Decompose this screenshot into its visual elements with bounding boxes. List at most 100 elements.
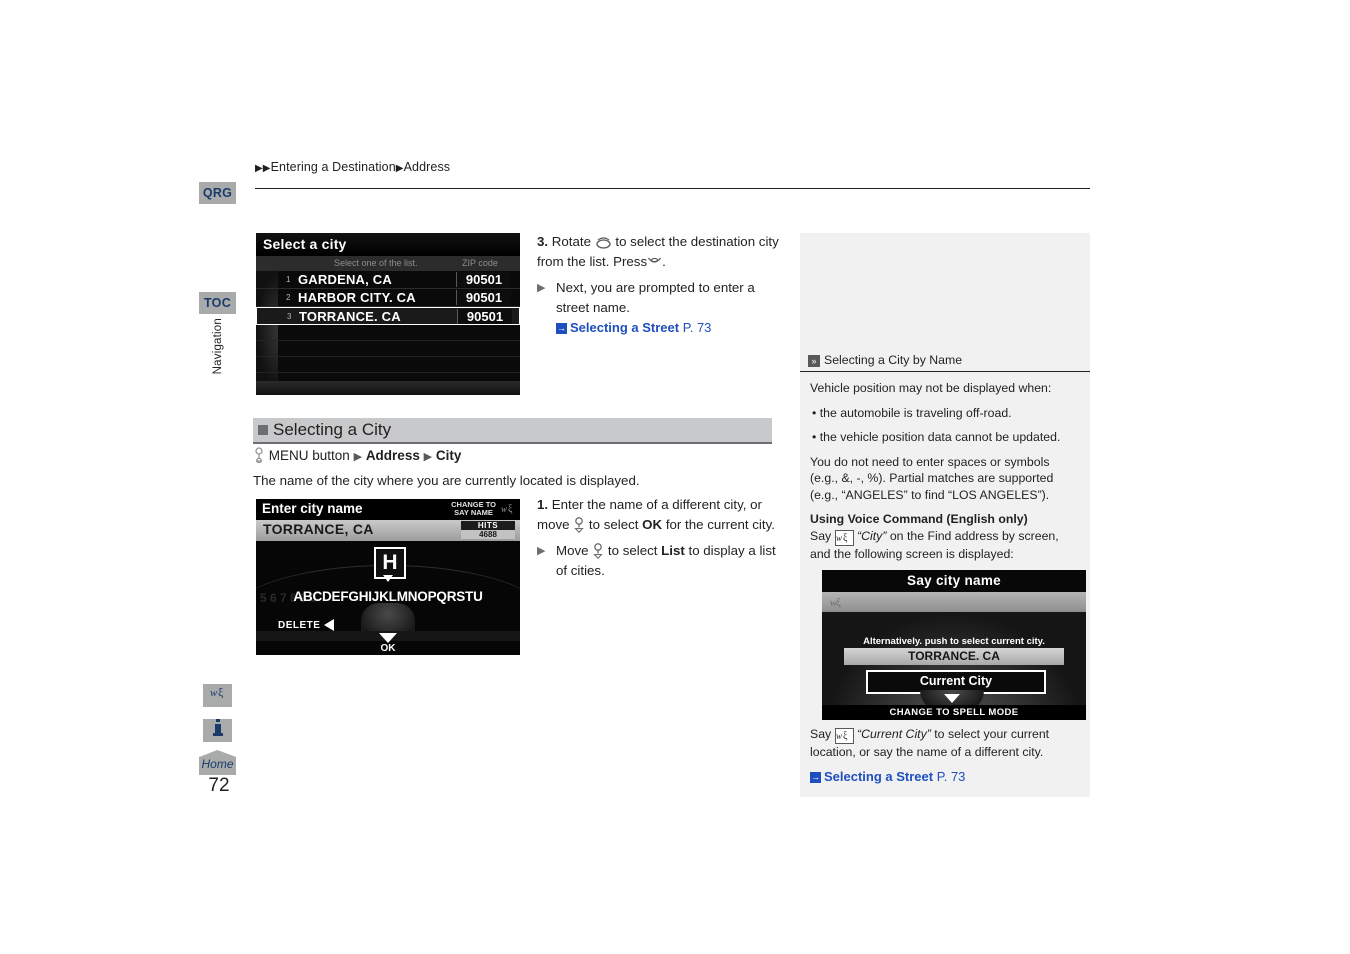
city-list: 1 GARDENA, CA 90501 2 HARBOR CITY. CA 90… [256, 271, 520, 373]
xref-label: Selecting a Street [570, 320, 680, 335]
row-index: 1 [286, 275, 291, 284]
zip-code-label: ZIP code [462, 258, 498, 268]
row-index: 3 [287, 312, 292, 321]
section-heading-text: Selecting a City [273, 420, 392, 439]
home-icon[interactable]: Home [199, 750, 236, 775]
empty-row [256, 325, 520, 341]
screen-title: Say city name [822, 570, 1086, 592]
command-address-label: Address [365, 448, 420, 463]
screen-title: Select a city [256, 233, 520, 256]
change-to-line2: SAY NAME [454, 508, 493, 517]
xref-arrow-icon: → [556, 323, 567, 334]
keyboard-letters[interactable]: ABCDEFGHIJKLMNOPQRSTU [256, 589, 520, 604]
command-path: MENU button ▶ Address ▶ City [253, 447, 461, 464]
voice-status-bar: wξ [822, 592, 1086, 612]
delete-label: DELETE [278, 620, 321, 631]
breadcrumb-arrow-icon-2: ▶ [395, 163, 404, 174]
voice-command-icon: wξ [834, 529, 854, 546]
step-3-text-c: . [662, 253, 666, 269]
voice-command-para: Say wξ “City” on the Find address by scr… [810, 528, 1080, 563]
xref-arrow-icon: → [810, 771, 821, 783]
rail-section-label: Navigation [211, 318, 224, 375]
delete-arrow-icon [324, 619, 335, 631]
row-zip: 90501 [456, 290, 511, 305]
rail-tab-toc[interactable]: TOC [199, 292, 236, 314]
row-index: 2 [286, 293, 291, 302]
info-glyph [212, 719, 223, 736]
voice-quote: “City” [857, 528, 887, 543]
change-to-spell-mode-label[interactable]: CHANGE TO SPELL MODE [822, 705, 1086, 720]
voice-command-icon: wξ [501, 502, 516, 515]
keyboard-area: 5 6 7 8 9 0 ABCDEFGHIJKLMNOPQRSTU H DELE… [256, 541, 520, 655]
change-to-say-name-label[interactable]: CHANGE TO SAY NAME [451, 501, 496, 517]
step-1-sub-a: Move [556, 543, 589, 558]
header-divider [255, 188, 1090, 189]
voice-glyph: w ξ [210, 685, 224, 699]
section-bullet-icon [258, 425, 268, 435]
table-row-selected[interactable]: 3 TORRANCE. CA 90501 [256, 307, 520, 325]
step-3: 3. Rotate to select the destination city… [537, 232, 782, 338]
command-arrow-icon-1: ▶ [353, 451, 363, 463]
ok-label: OK [380, 643, 396, 654]
side-note-heading-text: Selecting a City by Name [824, 353, 963, 367]
screen-subheader: Select one of the list. ZIP code [256, 256, 520, 271]
xref-page: P. 73 [682, 320, 712, 335]
hits-label: HITS [461, 521, 515, 530]
cross-reference-link[interactable]: → Selecting a Street P. 73 [810, 769, 965, 784]
breadcrumb-item-2: Address [403, 160, 451, 174]
side-note-bullet-2: • the vehicle position data cannot be up… [812, 430, 1061, 444]
row-city: GARDENA, CA [298, 272, 392, 287]
ok-arrow-icon [379, 633, 397, 643]
table-row[interactable]: 2 HARBOR CITY. CA 90501 [256, 289, 520, 307]
step-1-ok-label: OK [642, 516, 663, 532]
cross-reference-link[interactable]: → Selecting a Street P. 73 [556, 320, 711, 335]
hits-counter: HITS 4688 [461, 521, 515, 539]
closing-para: Say wξ “Current City” to select your cur… [810, 726, 1080, 761]
breadcrumb: ▶▶Entering a Destination▶Address [255, 160, 450, 174]
empty-row [256, 357, 520, 373]
substep-arrow-icon: ▶ [537, 545, 546, 557]
breadcrumb-item-1: Entering a Destination [270, 160, 396, 174]
side-note-panel: » Selecting a City by Name Vehicle positi… [800, 233, 1090, 797]
delete-button[interactable]: DELETE [278, 619, 335, 631]
down-arrow-icon [944, 694, 960, 703]
rail-tab-qrg[interactable]: QRG [199, 182, 236, 204]
step-1-text-c: for the current city. [665, 516, 775, 532]
voice-command-icon[interactable]: w ξ [203, 684, 232, 707]
voice-say-word: Say [810, 528, 832, 543]
select-city-screenshot: Select a city Select one of the list. ZI… [256, 233, 520, 395]
substep-arrow-icon: ▶ [537, 282, 546, 294]
joystick-icon [573, 516, 585, 533]
information-icon[interactable] [203, 719, 232, 742]
enter-city-name-screenshot: Enter city name CHANGE TO SAY NAME wξ TO… [256, 499, 520, 655]
voice-command-icon: wξ [834, 728, 854, 744]
svg-text:ξ: ξ [843, 533, 848, 543]
closing-say-word: Say [810, 727, 832, 741]
voice-command-heading: Using Voice Command (English only) [810, 512, 1028, 526]
step-1-text-b: to select [588, 516, 639, 532]
side-note-para-1: Vehicle position may not be displayed wh… [810, 381, 1052, 395]
side-note-para-2: You do not need to enter spaces or symbo… [810, 454, 1054, 502]
table-row[interactable]: 1 GARDENA, CA 90501 [256, 271, 520, 289]
xref-label: Selecting a Street [824, 768, 934, 784]
selected-letter-pointer-icon [383, 575, 393, 582]
command-arrow-icon-2: ▶ [423, 451, 433, 463]
current-city-value: TORRANCE. CA [844, 648, 1064, 665]
side-note-heading: » Selecting a City by Name [800, 353, 1090, 372]
side-note-spacer [800, 233, 1090, 353]
command-menu-label: MENU button [268, 448, 350, 463]
svg-text:ξ: ξ [836, 597, 841, 609]
ok-button[interactable]: OK [256, 633, 520, 654]
step-1-sub-b: to select [607, 543, 658, 558]
section-description: The name of the city where you are curre… [253, 473, 640, 488]
row-city: HARBOR CITY. CA [298, 290, 416, 305]
svg-text:ξ: ξ [843, 731, 848, 741]
svg-text:w: w [836, 731, 842, 741]
svg-text:w: w [210, 687, 218, 699]
svg-text:w: w [501, 504, 507, 514]
city-input-row[interactable]: TORRANCE, CA HITS 4688 [256, 520, 520, 541]
say-city-name-screenshot: Say city name wξ Alternatively. push to … [822, 570, 1086, 720]
side-note-body: Vehicle position may not be displayed wh… [800, 372, 1090, 797]
step-3-number: 3. [537, 234, 549, 249]
empty-row [256, 341, 520, 357]
